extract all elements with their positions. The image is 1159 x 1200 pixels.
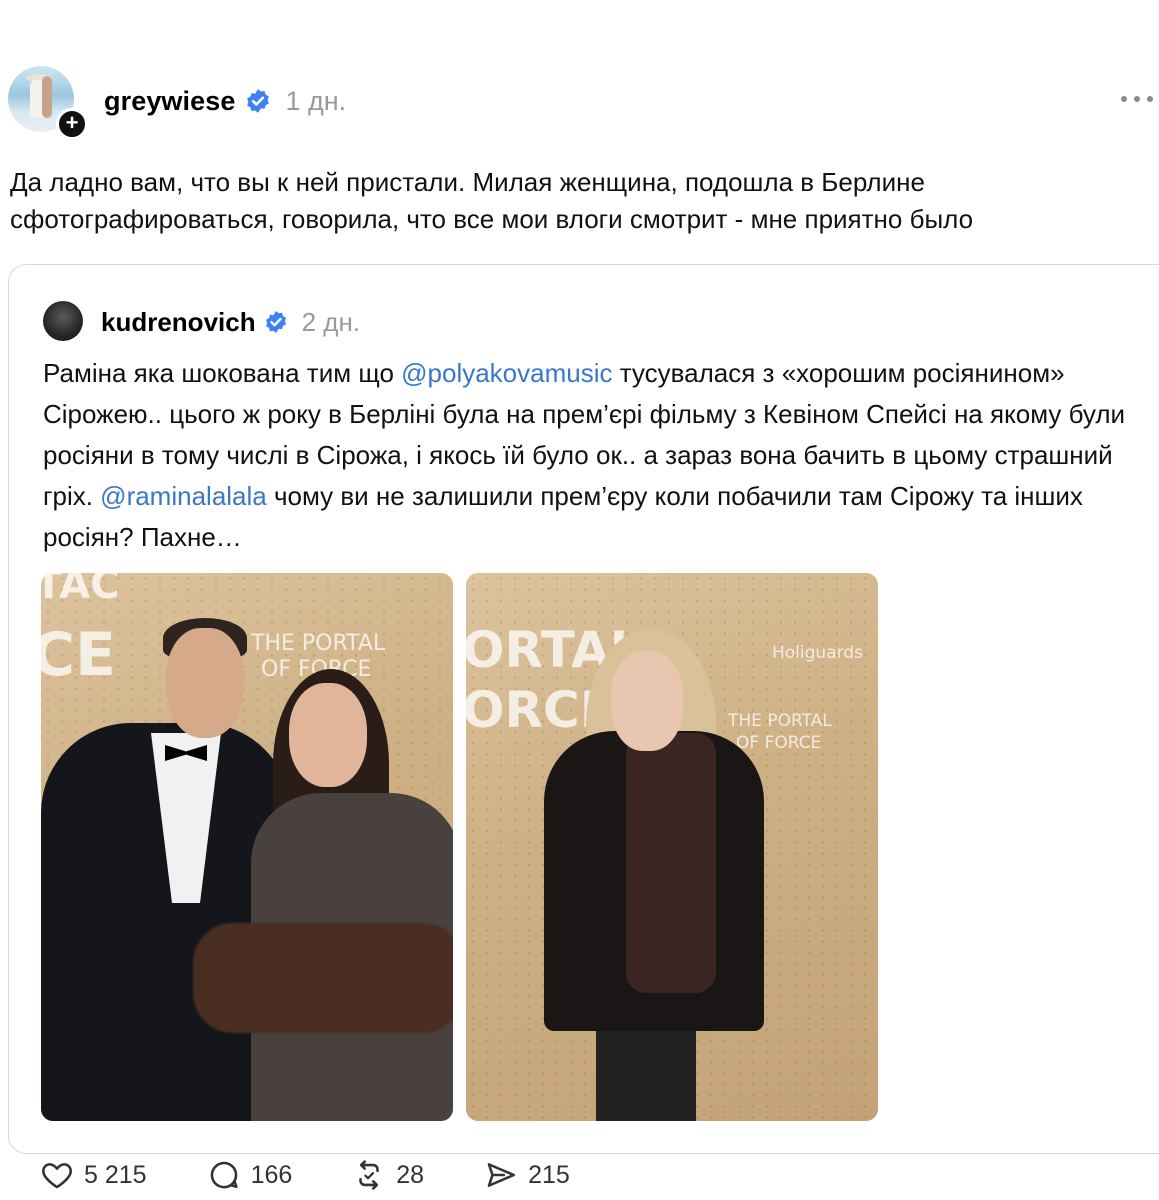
quoted-text-part: Раміна яка шокована тим що [43, 358, 402, 388]
comment-count: 166 [250, 1160, 293, 1189]
like-button[interactable]: 5 215 [40, 1158, 147, 1192]
heart-icon [42, 1163, 72, 1189]
mention-link[interactable]: @raminalalala [100, 481, 267, 511]
quoted-post-card[interactable]: kudrenovich 2 дн. Раміна яка шокована ти… [8, 264, 1159, 1154]
backdrop-text: CE [41, 620, 117, 690]
quoted-post-text: Раміна яка шокована тим що @polyakovamus… [43, 353, 1143, 558]
action-bar: 5 215 166 28 215 [40, 1152, 630, 1198]
repost-icon [359, 1160, 380, 1190]
more-icon[interactable] [1117, 86, 1157, 112]
mention-link[interactable]: @polyakovamusic [401, 358, 612, 388]
share-icon [487, 1163, 516, 1187]
post-header: greywiese 1 дн. [104, 84, 346, 118]
backdrop-text: OF FORCE [736, 733, 822, 753]
thread-post: + greywiese 1 дн. Да ладно вам, что вы к… [0, 0, 1159, 1200]
follow-plus-icon[interactable]: + [56, 108, 88, 140]
quoted-author-avatar[interactable] [43, 301, 83, 341]
quoted-post-time: 2 дн. [301, 306, 361, 337]
comment-button[interactable]: 166 [207, 1158, 293, 1192]
backdrop-text: THE PORTAL [251, 631, 386, 656]
post-text: Да ладно вам, что вы к ней пристали. Мил… [10, 167, 974, 234]
quoted-author-username[interactable]: kudrenovich [101, 307, 256, 338]
verified-icon [265, 311, 286, 333]
author-avatar[interactable]: + [8, 66, 88, 140]
comment-icon [210, 1161, 238, 1189]
attached-photo-2[interactable]: ORTAL ORCE Holiguards THE PORTAL OF FORC… [466, 573, 878, 1121]
backdrop-text: THE PORTAL [728, 711, 832, 731]
repost-button[interactable]: 28 [352, 1158, 424, 1192]
author-username[interactable]: greywiese [104, 86, 235, 117]
quoted-post-header: kudrenovich 2 дн. [101, 305, 360, 339]
repost-count: 28 [396, 1160, 425, 1189]
share-button[interactable]: 215 [484, 1158, 570, 1192]
backdrop-text: Holiguards [772, 643, 863, 663]
attached-photo-1[interactable]: TAC CE THE PORTAL OF FORCE [41, 573, 453, 1121]
post-time: 1 дн. [285, 85, 347, 116]
like-count: 5 215 [84, 1160, 147, 1189]
verified-icon [247, 89, 270, 113]
backdrop-text: TAC [41, 573, 120, 608]
share-count: 215 [528, 1160, 570, 1189]
